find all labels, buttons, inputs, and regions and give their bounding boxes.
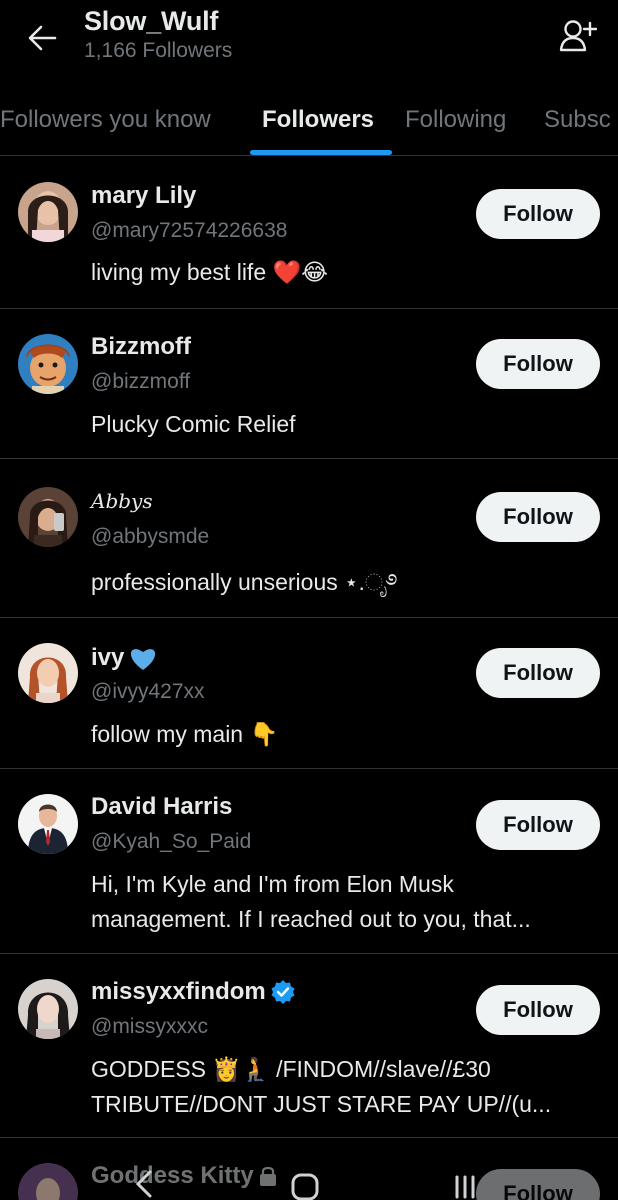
followers-tabs: Followers you know Followers Following S… [0,98,618,156]
username: @bizzmoff [91,370,191,393]
add-user-button[interactable] [556,16,600,56]
blue-heart-icon [131,649,156,670]
avatar[interactable] [18,487,78,547]
nav-home-icon[interactable] [290,1172,320,1200]
followers-count: 1,166 Followers [84,39,233,62]
display-name: Bizzmoff [91,333,191,360]
bio: Hi, I'm Kyle and I'm from Elon Musk mana… [91,871,531,932]
nav-recents-icon[interactable] [452,1174,480,1200]
display-name: Abbys [91,489,153,513]
name-line: Bizzmoff [91,333,191,361]
add-user-icon [559,20,597,52]
tab-following[interactable]: Following [405,106,506,134]
follow-button[interactable]: Follow [476,492,600,542]
username: @missyxxxc [91,1015,208,1038]
follow-button[interactable]: Follow [476,800,600,850]
bio: Plucky Comic Relief [91,411,296,437]
name-line: missyxxfindom [91,978,296,1006]
display-name: David Harris [91,793,233,820]
follower-row[interactable]: Abbys @abbysmde professionally unserious… [0,459,618,618]
name-line: ivy [91,644,158,672]
avatar[interactable] [18,334,78,394]
display-name: missyxxfindom [91,978,266,1005]
follow-button[interactable]: Follow [476,648,600,698]
follow-button[interactable]: Follow [476,189,600,239]
bio: follow my main 👇 [91,721,279,747]
follower-row[interactable]: Bizzmoff @bizzmoff Plucky Comic Relief F… [0,309,618,459]
follower-row[interactable]: missyxxfindom @missyxxxc GODDESS 👸🧎 /FIN… [0,954,618,1138]
tab-followers[interactable]: Followers [262,106,374,134]
top-app-bar: Slow_Wulf 1,166 Followers [0,0,618,76]
display-name: ivy [91,644,125,671]
tab-subscriptions[interactable]: Subsc [544,106,611,134]
tab-followers-you-know[interactable]: Followers you know [0,106,211,134]
bio: professionally unserious ⋆.ೃ࿔ [91,569,398,595]
avatar[interactable] [18,643,78,703]
name-line: mary Lily [91,182,196,210]
follower-row[interactable]: David Harris @Kyah_So_Paid Hi, I'm Kyle … [0,769,618,954]
display-name: mary Lily [91,182,197,209]
system-nav-buttons [0,1150,618,1200]
back-button[interactable] [22,20,62,56]
follower-row[interactable]: ivy @ivyy427xx follow my main 👇 Follow [0,618,618,769]
follower-row[interactable]: mary Lily @mary72574226638 living my bes… [0,158,618,309]
bio: living my best life ❤️😂 [91,259,329,285]
follow-button[interactable]: Follow [476,985,600,1035]
nav-back-icon[interactable] [132,1168,154,1200]
title-block: Slow_Wulf 1,166 Followers [84,6,232,63]
avatar[interactable] [18,979,78,1039]
profile-title: Slow_Wulf [84,6,219,36]
bio: GODDESS 👸🧎 /FINDOM//slave//£30 TRIBUTE//… [91,1056,552,1117]
follow-button[interactable]: Follow [476,339,600,389]
followers-screen: Slow_Wulf 1,166 Followers Followers you … [0,0,618,1200]
arrow-left-icon [28,25,57,51]
username: @mary72574226638 [91,219,288,242]
username: @Kyah_So_Paid [91,830,252,853]
name-line: David Harris [91,793,232,821]
username: @ivyy427xx [91,680,205,703]
active-tab-indicator [250,150,392,155]
name-line: Abbys [91,489,153,513]
username: @abbysmde [91,525,210,548]
avatar[interactable] [18,794,78,854]
verified-badge-icon [271,980,295,1004]
avatar[interactable] [18,182,78,242]
